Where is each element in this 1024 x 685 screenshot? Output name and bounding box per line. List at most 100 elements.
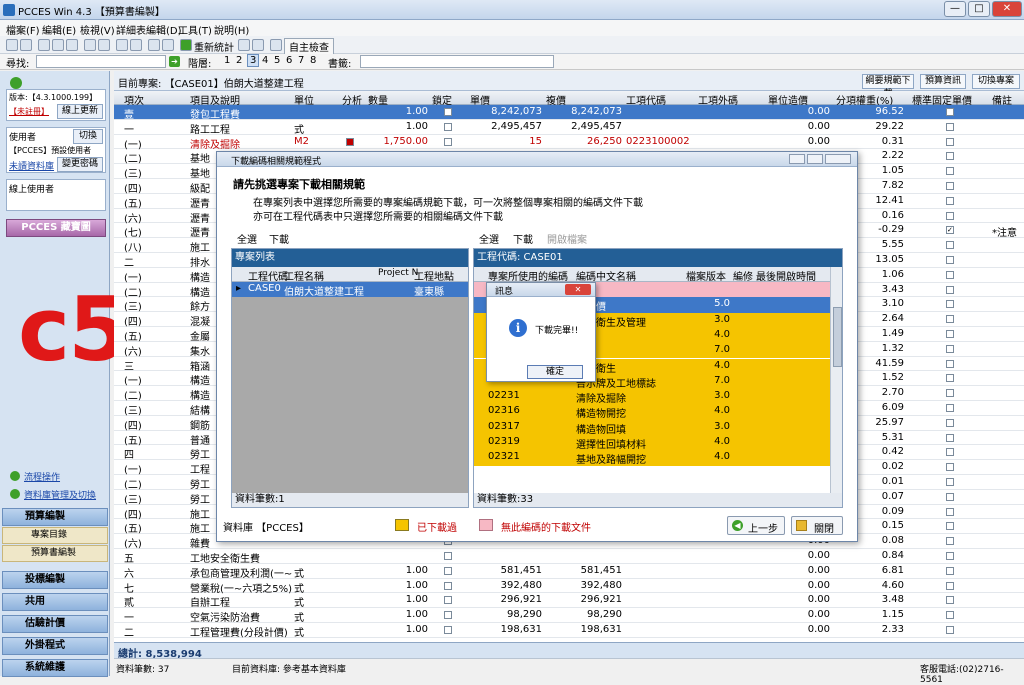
std-price-checkbox[interactable] [946, 315, 954, 324]
check-icon[interactable] [270, 39, 282, 51]
delete-icon[interactable] [98, 39, 110, 51]
std-price-checkbox[interactable] [946, 211, 954, 220]
std-price-checkbox[interactable] [946, 196, 954, 205]
dialog-minimize-icon[interactable] [789, 154, 805, 164]
level-7[interactable]: 7 [298, 55, 304, 66]
lock-checkbox[interactable] [444, 122, 452, 131]
table-row[interactable]: 一 空氣污染防治費 式 1.00 98,290 98,290 0.00 1.15 [114, 608, 1024, 624]
std-price-checkbox[interactable] [946, 478, 954, 486]
nav-bid[interactable]: 投標編製 [2, 571, 108, 589]
std-price-checkbox[interactable] [946, 374, 954, 383]
nav-project-dir[interactable]: 專案目錄 [2, 527, 108, 544]
std-price-checkbox[interactable] [946, 300, 954, 309]
outdent-icon[interactable] [130, 39, 142, 51]
std-price-checkbox[interactable] [946, 507, 954, 516]
recalc-icon[interactable] [180, 39, 192, 51]
std-price-checkbox[interactable] [946, 522, 954, 531]
level-8[interactable]: 8 [310, 55, 316, 66]
lock-checkbox[interactable] [444, 611, 452, 620]
std-price-checkbox[interactable] [946, 241, 954, 250]
std-price-checkbox[interactable] [946, 270, 954, 279]
dialog-close-icon[interactable] [825, 154, 851, 164]
nav-valuation[interactable]: 估驗計價 [2, 615, 108, 633]
lock-checkbox[interactable] [444, 581, 452, 590]
code-row[interactable]: 02319 選擇性回填材料 4.0 [474, 435, 830, 451]
table-row[interactable]: (一) 清除及掘除 M2 1,750.00 15 26,250 0223100002 0.00… [114, 135, 1024, 151]
lock-checkbox[interactable] [444, 137, 452, 146]
db-manage-link[interactable]: 資料庫管理及切換 [24, 488, 96, 501]
lock-checkbox[interactable] [444, 626, 452, 634]
insert-icon[interactable] [84, 39, 96, 51]
refresh-icon[interactable] [10, 77, 22, 89]
std-price-checkbox[interactable] [946, 418, 954, 427]
menu-help[interactable]: 說明(H) [214, 22, 249, 37]
unread-link[interactable]: 未讀資料庫 [9, 159, 54, 172]
change-password-button[interactable]: 變更密碼 [57, 157, 103, 172]
std-price-checkbox[interactable] [946, 256, 954, 264]
export-icon[interactable] [252, 39, 264, 51]
std-price-checkbox[interactable] [946, 596, 954, 605]
std-price-checkbox[interactable]: ✓ [946, 226, 954, 235]
nav-shared[interactable]: 共用 [2, 593, 108, 611]
std-price-checkbox[interactable] [946, 137, 954, 146]
ok-button[interactable]: 確定 [527, 365, 583, 379]
minimize-button[interactable]: — [944, 1, 966, 17]
std-price-checkbox[interactable] [946, 122, 954, 131]
right-select-all[interactable]: 全選 [479, 231, 499, 246]
code-row[interactable]: 02316 構造物開挖 4.0 [474, 404, 830, 420]
copy-icon[interactable] [52, 39, 64, 51]
menu-edit[interactable]: 編輯(E) [42, 22, 76, 37]
save-icon[interactable] [20, 39, 32, 51]
lock-checkbox[interactable] [444, 566, 452, 575]
std-price-checkbox[interactable] [946, 463, 954, 472]
paste-icon[interactable] [66, 39, 78, 51]
menu-tools[interactable]: 工具(T) [178, 22, 212, 37]
treasure-map-banner[interactable]: PCCES 藏寶圖 [6, 219, 106, 237]
self-check-button[interactable]: 自主檢查 [284, 38, 334, 55]
table-row[interactable]: 七 營業稅(一~六項之5%) 式 1.00 392,480 392,480 0.00 4.60 [114, 579, 1024, 595]
std-price-checkbox[interactable] [946, 433, 954, 442]
analysis-checkbox[interactable] [346, 137, 354, 146]
lock-checkbox[interactable] [444, 596, 452, 605]
bookmark-select[interactable] [360, 55, 554, 68]
level-1[interactable]: 1 [224, 55, 230, 66]
std-price-checkbox[interactable] [946, 626, 954, 634]
new-icon[interactable] [6, 39, 18, 51]
down-icon[interactable] [162, 39, 174, 51]
print-icon[interactable] [238, 39, 250, 51]
nav-system[interactable]: 系統維護 [2, 659, 108, 677]
menu-view[interactable]: 檢視(V) [80, 22, 115, 37]
level-2[interactable]: 2 [236, 55, 242, 66]
maximize-button[interactable]: □ [968, 1, 990, 17]
back-button[interactable]: ◀ 上一步 [727, 516, 785, 535]
table-row[interactable]: 一 路工工程 式 1.00 2,495,457 2,495,457 0.00 29.22 [114, 120, 1024, 136]
close-dialog-button[interactable]: 關閉 [791, 516, 843, 535]
code-row[interactable]: 02317 構造物回填 3.0 [474, 419, 830, 436]
std-price-checkbox[interactable] [946, 389, 954, 398]
close-button[interactable]: ✕ [992, 1, 1022, 17]
table-row[interactable]: 六 承包商管理及利潤(一~ 式 1.00 581,451 581,451 0.00 6.81 [114, 564, 1024, 580]
table-row[interactable]: 五 工地安全衛生費 0.00 0.84 [114, 549, 1024, 565]
recalc-button[interactable]: 重新統計 [194, 39, 234, 54]
right-scroll-thumb[interactable] [833, 307, 842, 367]
nav-budget[interactable]: 預算編製 [2, 508, 108, 526]
unregistered-link[interactable]: 【未註冊】 [9, 106, 49, 117]
cut-icon[interactable] [38, 39, 50, 51]
std-price-checkbox[interactable] [946, 492, 954, 501]
msgbox-close-icon[interactable]: ✕ [565, 284, 591, 295]
std-price-checkbox[interactable] [946, 108, 954, 116]
project-row[interactable]: ▸ CASE0 伯朗大道整建工程 臺東縣 [232, 282, 468, 298]
right-vscrollbar[interactable] [830, 267, 842, 493]
find-go-icon[interactable]: ➔ [169, 56, 180, 67]
open-file-button[interactable]: 開啟檔案 [547, 231, 587, 246]
menu-file[interactable]: 檔案(F) [6, 22, 40, 37]
level-6[interactable]: 6 [286, 55, 292, 66]
std-price-checkbox[interactable] [946, 285, 954, 294]
table-row[interactable]: 壹 發包工程費 1.00 8,242,073 8,242,073 0.00 96.52 [114, 105, 1024, 121]
lock-checkbox[interactable] [444, 108, 452, 116]
level-3[interactable]: 3 [247, 54, 260, 67]
std-price-checkbox[interactable] [946, 330, 954, 338]
nav-budget-edit[interactable]: 預算書編製 [2, 545, 108, 562]
up-icon[interactable] [148, 39, 160, 51]
code-row[interactable]: 02321 基地及路幅開挖 4.0 [474, 450, 830, 466]
